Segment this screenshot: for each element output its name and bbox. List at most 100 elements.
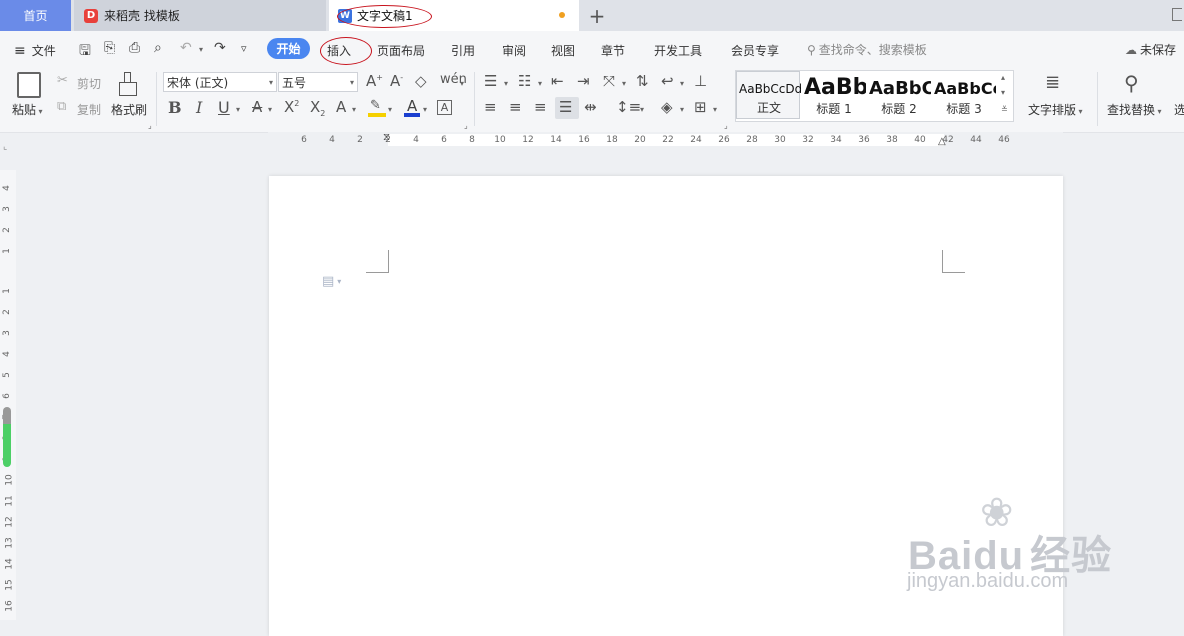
chinese-layout-dropdown-icon[interactable]: ▾ <box>622 79 626 88</box>
highlight-dropdown-icon[interactable]: ▾ <box>388 105 392 114</box>
cloud-save-status[interactable]: ☁ 未保存 <box>1125 41 1176 58</box>
align-left-icon[interactable]: ≡ <box>484 98 497 116</box>
print-icon[interactable]: ⎙ <box>129 40 140 56</box>
ruler-tick-label: 38 <box>886 135 898 145</box>
tab-section[interactable]: 章节 <box>601 42 625 59</box>
underline-dropdown-icon[interactable]: ▾ <box>236 105 240 114</box>
align-right-icon[interactable]: ≡ <box>534 98 547 116</box>
clear-format-icon[interactable]: ◇ <box>415 72 427 90</box>
paragraph-launcher-icon[interactable]: ⌟ <box>724 121 728 130</box>
save-icon[interactable]: 🖫 <box>79 40 91 64</box>
tab-selector-icon[interactable]: ⌞ <box>3 142 7 152</box>
first-line-indent-icon[interactable]: ⧖ <box>383 132 390 143</box>
font-color-icon[interactable]: A <box>404 97 420 118</box>
font-name-select[interactable]: 宋体 (正文) ▾ <box>163 72 277 92</box>
text-effects-icon[interactable]: A <box>336 98 346 116</box>
increase-indent-icon[interactable]: ⇥ <box>577 72 590 90</box>
ruler-tick-label: 2 <box>357 135 363 145</box>
numbered-list-icon[interactable]: ☷ <box>518 72 531 90</box>
italic-icon[interactable]: I <box>196 98 202 117</box>
chinese-layout-icon[interactable]: ⤧ <box>603 72 615 90</box>
borders-icon[interactable]: ⊞ <box>694 98 707 116</box>
file-menu[interactable]: ≡ 文件 <box>14 42 56 59</box>
find-icon[interactable]: ⚲ <box>1124 71 1139 95</box>
shading-dropdown-icon[interactable]: ▾ <box>680 105 684 114</box>
justify-icon[interactable]: ☰ <box>559 98 572 116</box>
tab-start[interactable]: 开始 <box>267 38 310 59</box>
style-normal[interactable]: AaBbCcDd 正文 <box>736 71 801 119</box>
superscript-icon[interactable]: X2 <box>284 98 299 116</box>
bold-icon[interactable]: B <box>168 98 182 117</box>
gallery-more-icon[interactable]: ≚ <box>1001 105 1008 114</box>
tab-references[interactable]: 引用 <box>451 42 475 59</box>
strikethrough-dropdown-icon[interactable]: ▾ <box>268 105 272 114</box>
undo-dropdown-icon[interactable]: ▾ <box>199 45 203 54</box>
grow-font-icon[interactable]: A+ <box>366 72 383 90</box>
font-size-select[interactable]: 五号 ▾ <box>278 72 358 92</box>
tab-stops-icon[interactable]: ⊥ <box>694 72 707 90</box>
borders-dropdown-icon[interactable]: ▾ <box>713 105 717 114</box>
underline-icon[interactable]: U <box>218 98 230 117</box>
cut-button[interactable]: 剪切 <box>77 75 101 92</box>
tab-view[interactable]: 视图 <box>551 42 575 59</box>
window-restore-icon[interactable] <box>1172 8 1182 21</box>
style-label: 标题 1 <box>816 102 852 116</box>
new-tab-button[interactable]: + <box>584 0 610 31</box>
text-layout-button[interactable]: 文字排版 ▾ <box>1028 101 1083 118</box>
chevron-down-icon: ▾ <box>349 77 354 87</box>
align-center-icon[interactable]: ≡ <box>509 98 522 116</box>
clipboard-launcher-icon[interactable]: ⌟ <box>148 121 152 130</box>
style-heading-2[interactable]: AaBbC 标题 2 <box>867 71 931 119</box>
tab-review[interactable]: 审阅 <box>502 42 526 59</box>
line-spacing-icon[interactable]: ↕≡ <box>616 98 641 116</box>
find-replace-button[interactable]: 查找替换 ▾ <box>1107 101 1162 118</box>
text-effects-dropdown-icon[interactable]: ▾ <box>352 105 356 114</box>
line-spacing-dropdown-icon[interactable]: ▾ <box>640 105 644 114</box>
paste-button[interactable]: 粘贴 ▾ <box>12 101 43 118</box>
tab-docer[interactable]: D 来稻壳 找模板 <box>74 0 326 31</box>
redo-icon[interactable]: ↷ <box>214 40 226 56</box>
print-preview-icon[interactable]: ⌕ <box>154 40 162 56</box>
show-marks-dropdown-icon[interactable]: ▾ <box>680 79 684 88</box>
tab-developer-tools[interactable]: 开发工具 <box>654 42 702 59</box>
undo-icon[interactable]: ↶ <box>180 40 192 56</box>
command-search[interactable]: ⚲ 查找命令、搜索模板 <box>807 41 927 58</box>
sort-icon[interactable]: ⇅ <box>636 72 649 90</box>
vertical-scrollbar[interactable] <box>3 407 11 467</box>
gallery-scroll-down-icon[interactable]: ▾ <box>1001 88 1005 97</box>
style-heading-1[interactable]: AaBb 标题 1 <box>802 71 866 119</box>
paragraph-layout-button[interactable]: ▤ ▾ <box>322 274 341 289</box>
paste-icon[interactable] <box>17 72 41 98</box>
tab-member[interactable]: 会员专享 <box>731 42 779 59</box>
gallery-scroll-up-icon[interactable]: ▴ <box>1001 73 1005 82</box>
vertical-ruler-tick-label: 3 <box>1 330 12 336</box>
distributed-icon[interactable]: ⇹ <box>584 98 597 116</box>
highlight-color-icon[interactable]: ✎ <box>368 98 386 118</box>
subscript-icon[interactable]: X2 <box>310 98 325 118</box>
divider <box>156 72 157 126</box>
bullet-dropdown-icon[interactable]: ▾ <box>504 79 508 88</box>
text-layout-icon[interactable]: ≣ <box>1045 72 1060 93</box>
export-pdf-icon[interactable]: ⎘ <box>104 40 115 56</box>
select-button[interactable]: 选 <box>1174 101 1184 118</box>
style-heading-3[interactable]: AaBbCc 标题 3 <box>932 71 996 119</box>
format-painter-icon[interactable] <box>119 72 137 97</box>
decrease-indent-icon[interactable]: ⇤ <box>551 72 564 90</box>
tab-home[interactable]: 首页 <box>0 0 71 31</box>
customize-quick-access-icon[interactable]: ▿ <box>241 42 247 55</box>
format-painter-button[interactable]: 格式刷 <box>111 101 147 118</box>
font-launcher-icon[interactable]: ⌟ <box>464 121 468 130</box>
strikethrough-icon[interactable]: A <box>252 98 262 116</box>
show-marks-icon[interactable]: ↩ <box>661 72 674 90</box>
annotation-ellipse-insert <box>320 37 372 65</box>
tab-page-layout[interactable]: 页面布局 <box>377 42 425 59</box>
right-indent-icon[interactable]: △ <box>938 136 946 147</box>
shrink-font-icon[interactable]: A- <box>390 72 403 90</box>
copy-button[interactable]: 复制 <box>77 101 101 118</box>
font-color-dropdown-icon[interactable]: ▾ <box>423 105 427 114</box>
numbered-dropdown-icon[interactable]: ▾ <box>538 79 542 88</box>
bullet-list-icon[interactable]: ☰ <box>484 72 497 90</box>
shading-icon[interactable]: ◈ <box>661 98 673 116</box>
character-border-icon[interactable]: A <box>437 100 452 115</box>
phonetic-dropdown-icon[interactable]: ▾ <box>460 79 464 88</box>
